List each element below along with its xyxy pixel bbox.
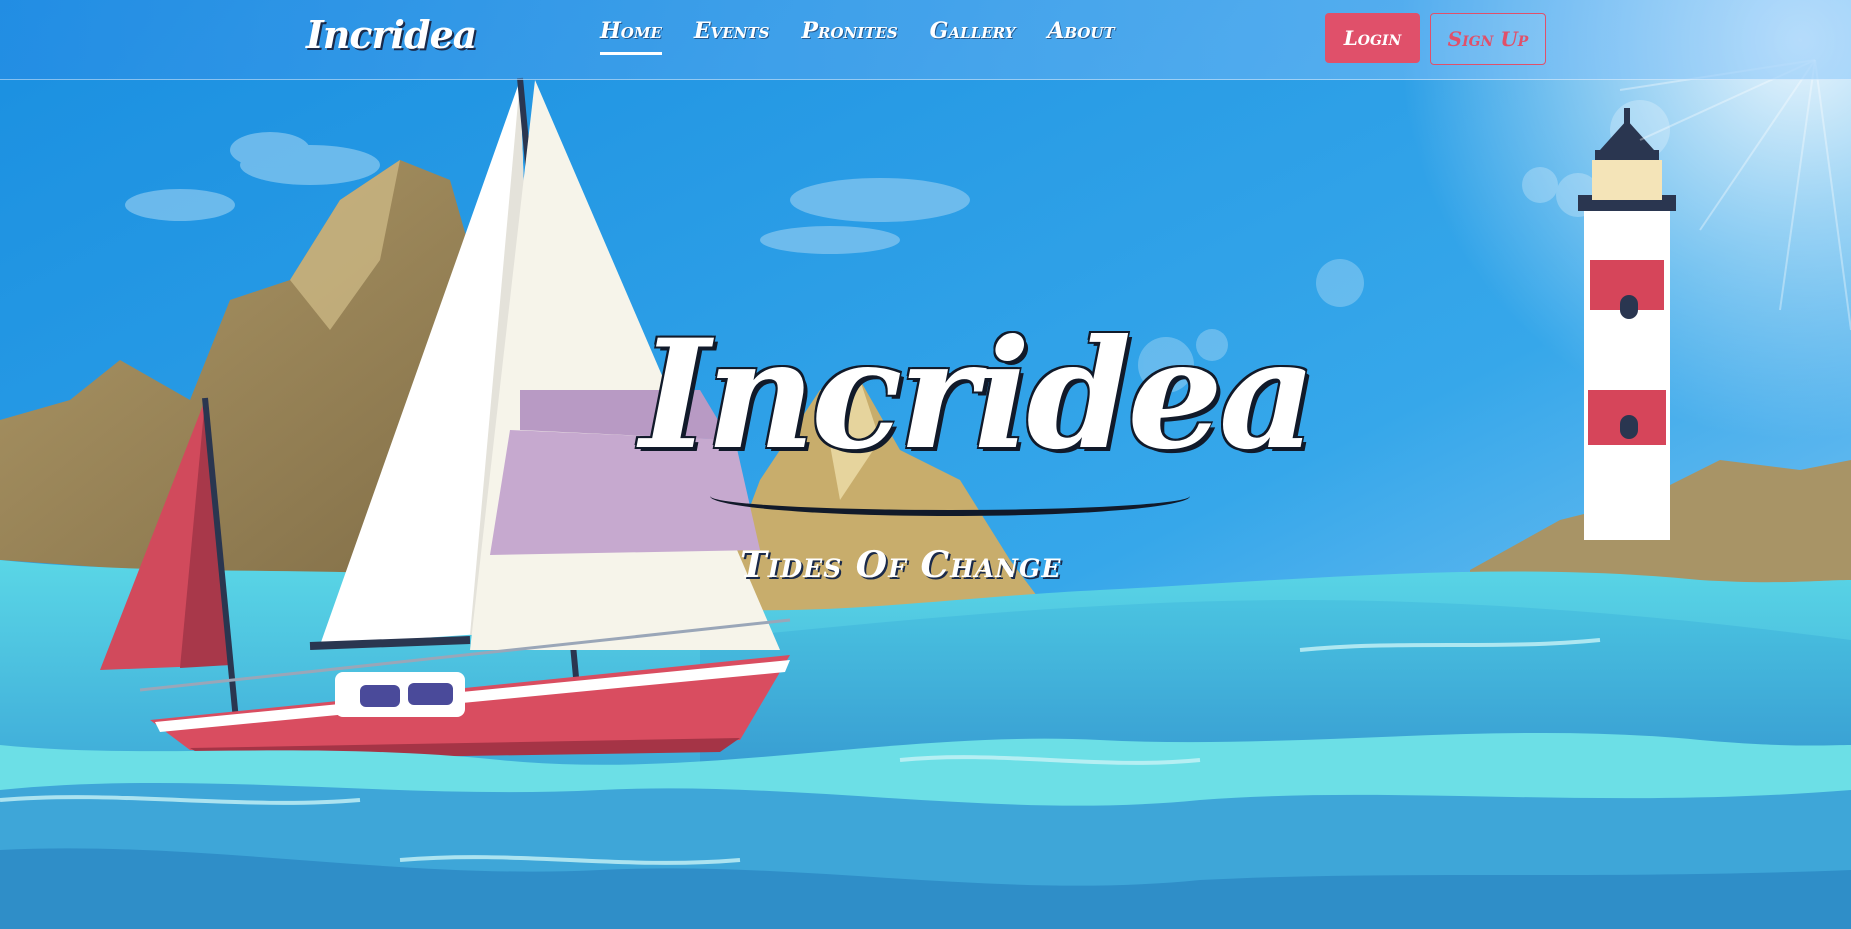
nav-home[interactable]: Home	[600, 18, 662, 55]
login-button[interactable]: Login	[1325, 13, 1420, 63]
hero-title: Incridea	[640, 307, 1316, 483]
nav-about[interactable]: About	[1047, 18, 1114, 55]
nav-gallery[interactable]: Gallery	[930, 18, 1016, 55]
nav-pronites[interactable]: Pronites	[801, 18, 897, 55]
brand-logo[interactable]: Incridea	[306, 12, 477, 57]
nav-links: Home Events Pronites Gallery About	[600, 18, 1115, 55]
lighthouse-illustration	[1578, 108, 1676, 540]
hero-tagline: Tides Of Change	[740, 544, 1062, 586]
signup-button[interactable]: Sign Up	[1430, 13, 1546, 65]
top-navbar: Incridea Home Events Pronites Gallery Ab…	[0, 0, 1851, 80]
nav-events[interactable]: Events	[694, 18, 770, 55]
